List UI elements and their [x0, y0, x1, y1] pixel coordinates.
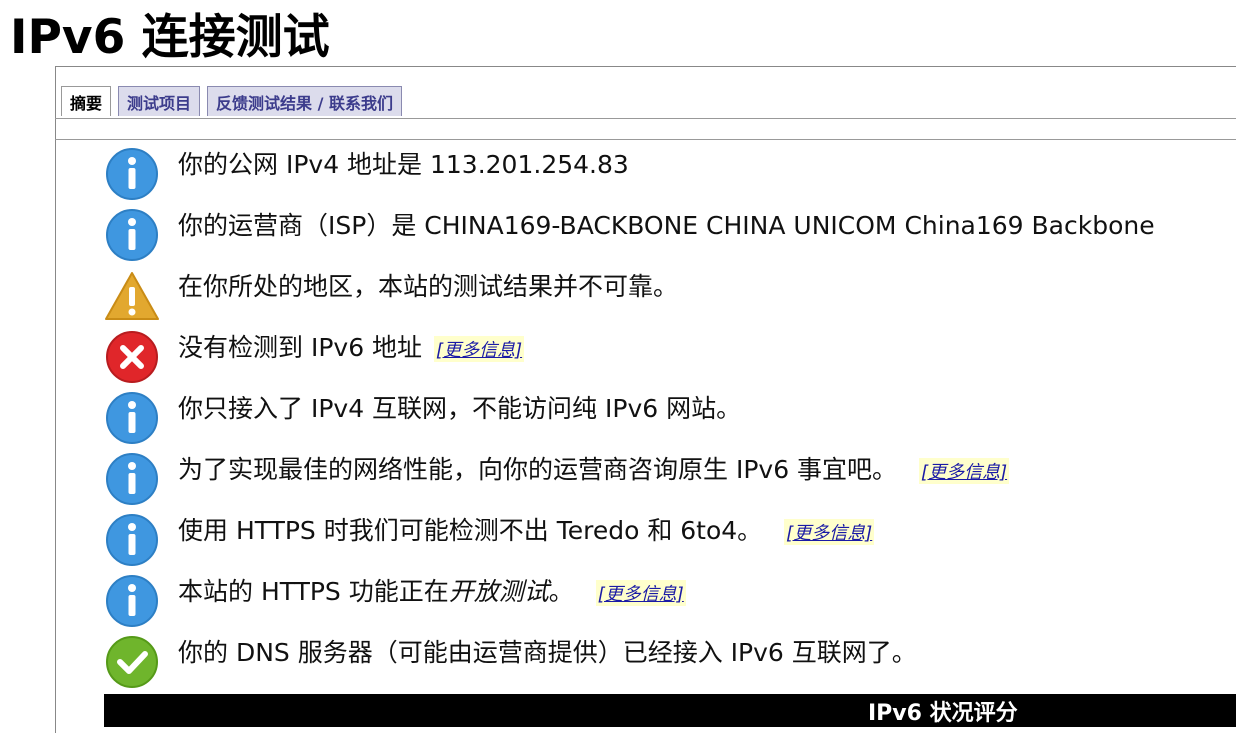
list-item: 为了实现最佳的网络性能，向你的运营商咨询原生 IPv6 事宜吧。 [更多信息] [104, 448, 1234, 508]
result-text-end: 。 [548, 577, 574, 606]
more-info-link[interactable]: [更多信息] [595, 580, 686, 606]
more-info-link[interactable]: [更多信息] [434, 336, 525, 362]
info-icon [106, 575, 158, 627]
result-text: 在你所处的地区，本站的测试结果并不可靠。 [178, 272, 679, 301]
result-text-wrap: 本站的 HTTPS 功能正在开放测试。 [更多信息] [178, 572, 686, 608]
result-text-wrap: 为了实现最佳的网络性能，向你的运营商咨询原生 IPv6 事宜吧。 [更多信息] [178, 450, 1010, 486]
result-text: 你的 DNS 服务器（可能由运营商提供）已经接入 IPv6 互联网了。 [178, 638, 917, 667]
more-info-link[interactable]: [更多信息] [919, 458, 1010, 484]
info-icon [106, 392, 158, 444]
result-text-wrap: 没有检测到 IPv6 地址 [更多信息] [178, 328, 525, 364]
result-text-wrap: 使用 HTTPS 时我们可能检测不出 Teredo 和 6to4。 [更多信息] [178, 511, 875, 547]
result-text: 没有检测到 IPv6 地址 [178, 333, 423, 362]
tab-test-items[interactable]: 测试项目 [118, 86, 201, 116]
result-text: 本站的 HTTPS 功能正在 [178, 577, 449, 606]
info-icon [106, 209, 158, 261]
tab-divider [55, 118, 1236, 119]
result-text: 为了实现最佳的网络性能，向你的运营商咨询原生 IPv6 事宜吧。 [178, 455, 898, 484]
list-item: 你只接入了 IPv4 互联网，不能访问纯 IPv6 网站。 [104, 387, 1234, 447]
list-item: 你的 DNS 服务器（可能由运营商提供）已经接入 IPv6 互联网了。 [104, 631, 1234, 691]
success-icon [106, 636, 158, 688]
list-item: 在你所处的地区，本站的测试结果并不可靠。 [104, 265, 1234, 325]
info-icon [106, 148, 158, 200]
more-info-link[interactable]: [更多信息] [784, 519, 875, 545]
result-text-italic: 开放测试 [448, 577, 549, 606]
score-section-header: IPv6 状况评分 [104, 694, 1236, 727]
page-title: IPv6 连接测试 [10, 10, 330, 65]
list-item: 使用 HTTPS 时我们可能检测不出 Teredo 和 6to4。 [更多信息] [104, 509, 1234, 569]
content-divider [55, 139, 1236, 140]
tab-bar: 摘要 测试项目 反馈测试结果 / 联系我们 [61, 86, 403, 116]
score-section-title: IPv6 状况评分 [868, 700, 1018, 726]
warning-icon [105, 272, 159, 320]
tab-summary[interactable]: 摘要 [61, 86, 112, 116]
result-text: 你的公网 IPv4 地址是 113.201.254.83 [178, 150, 629, 179]
list-item: 本站的 HTTPS 功能正在开放测试。 [更多信息] [104, 570, 1234, 630]
list-item: 你的公网 IPv4 地址是 113.201.254.83 [104, 143, 1234, 203]
error-icon [106, 331, 158, 383]
frame-top-border [55, 66, 1236, 67]
result-text: 使用 HTTPS 时我们可能检测不出 Teredo 和 6to4。 [178, 516, 763, 545]
list-item: 你的运营商（ISP）是 CHINA169-BACKBONE CHINA UNIC… [104, 204, 1234, 264]
frame-left-border [55, 66, 56, 733]
info-icon [106, 514, 158, 566]
result-text: 你只接入了 IPv4 互联网，不能访问纯 IPv6 网站。 [178, 394, 742, 423]
list-item: 没有检测到 IPv6 地址 [更多信息] [104, 326, 1234, 386]
result-text: 你的运营商（ISP）是 CHINA169-BACKBONE CHINA UNIC… [178, 211, 1155, 240]
tab-feedback-contact[interactable]: 反馈测试结果 / 联系我们 [207, 86, 403, 116]
info-icon [106, 453, 158, 505]
